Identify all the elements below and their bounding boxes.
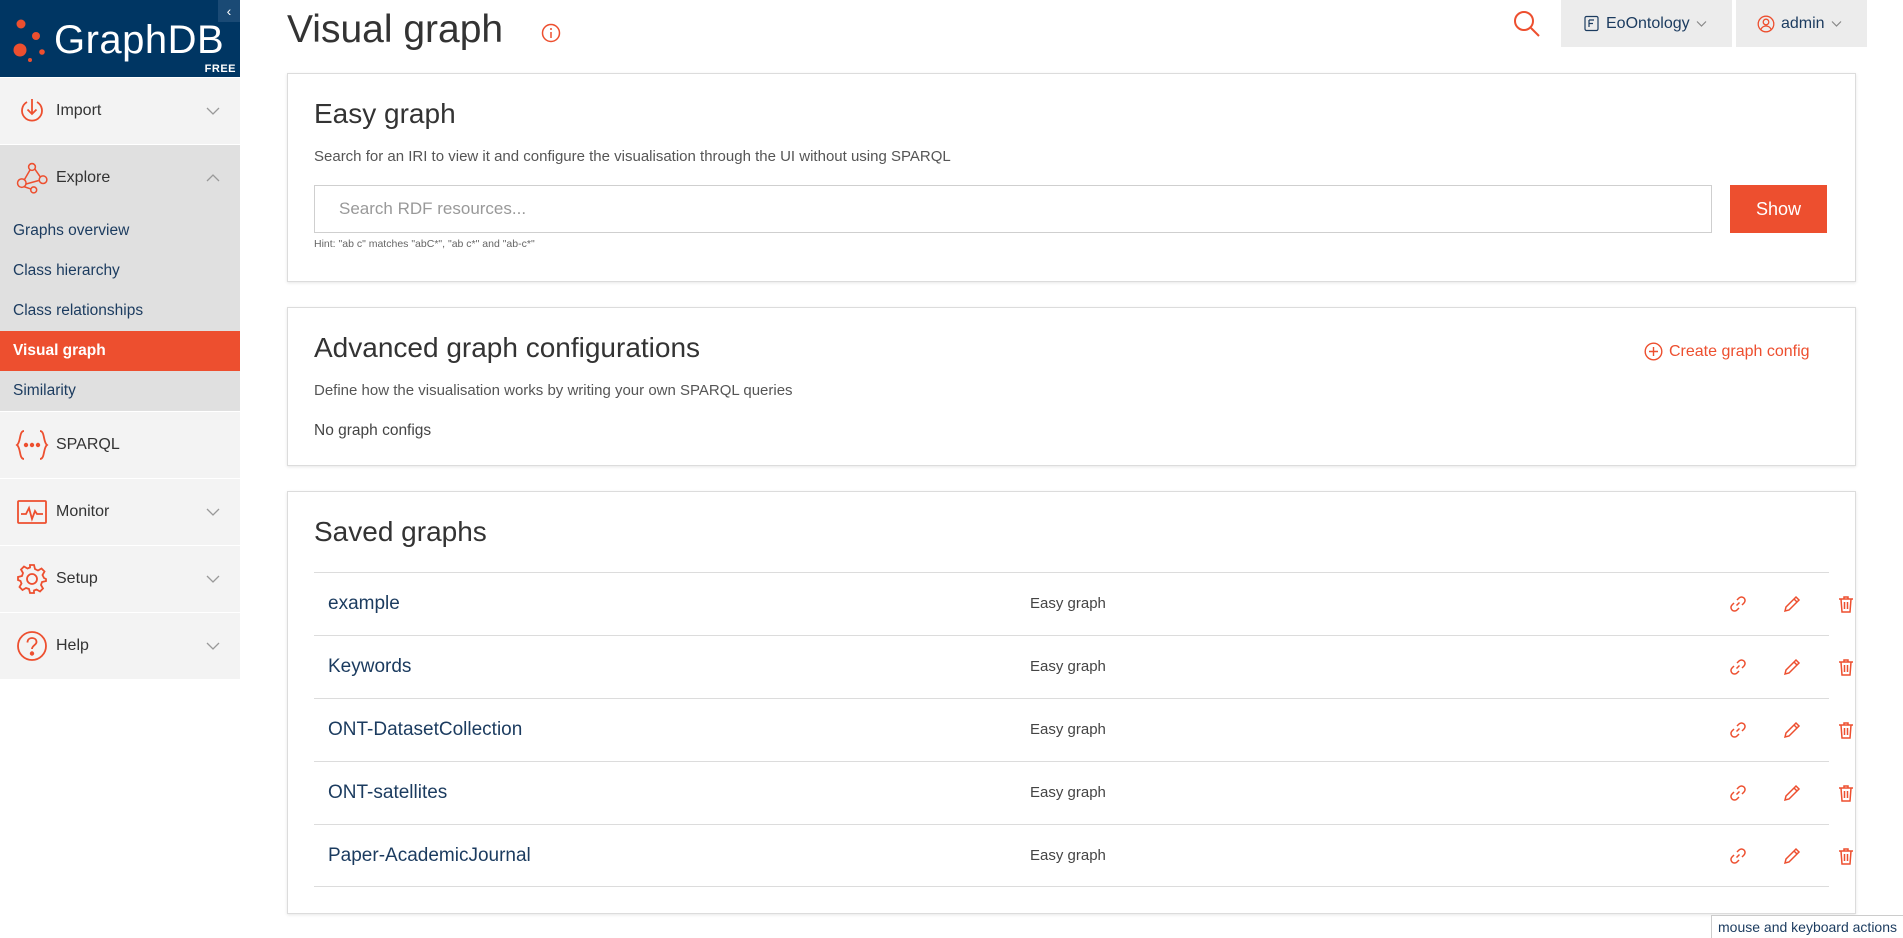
- saved-graphs-panel: Saved graphs example Easy graph Keywords…: [287, 491, 1856, 914]
- list-item: ONT-satellites Easy graph: [314, 761, 1853, 824]
- graphdb-logo-icon: [13, 19, 45, 62]
- edition-badge: FREE: [204, 63, 236, 75]
- sidebar-item-label: Explore: [56, 169, 111, 186]
- graph-name-link[interactable]: Paper-AcademicJournal: [328, 845, 531, 867]
- advanced-graph-panel: Advanced graph configurations Create gra…: [287, 307, 1856, 466]
- edit-icon[interactable]: [1782, 720, 1802, 740]
- link-icon[interactable]: [1728, 657, 1748, 677]
- rdf-search-placeholder: Search RDF resources...: [339, 199, 527, 218]
- chevron-down-icon: [206, 107, 220, 115]
- chevron-up-icon: [206, 174, 220, 182]
- page-title: Visual graph: [287, 8, 504, 51]
- edit-icon[interactable]: [1782, 846, 1802, 866]
- sidebar-item-monitor[interactable]: Monitor: [0, 478, 240, 545]
- import-icon: [15, 94, 49, 128]
- advanced-graph-title: Advanced graph configurations: [314, 332, 701, 363]
- graph-name-link[interactable]: ONT-satellites: [328, 782, 447, 804]
- list-item: ONT-DatasetCollection Easy graph: [314, 698, 1853, 761]
- collapse-sidebar-button[interactable]: ‹: [218, 0, 240, 22]
- sidebar-item-sparql[interactable]: SPARQL: [0, 411, 240, 478]
- trash-icon[interactable]: [1836, 783, 1856, 803]
- search-icon[interactable]: [1512, 9, 1542, 39]
- link-icon[interactable]: [1728, 720, 1748, 740]
- trash-icon[interactable]: [1836, 594, 1856, 614]
- sidebar-item-import[interactable]: Import: [0, 77, 240, 144]
- graph-type: Easy graph: [1030, 847, 1106, 864]
- sidebar-item-setup[interactable]: Setup: [0, 545, 240, 612]
- link-icon[interactable]: [1728, 783, 1748, 803]
- trash-icon[interactable]: [1836, 846, 1856, 866]
- chevron-down-icon: [206, 642, 220, 650]
- graphdb-logo[interactable]: GraphDB FREE ‹: [0, 0, 240, 77]
- explore-icon: [15, 161, 49, 195]
- chevron-down-icon: [206, 508, 220, 516]
- list-item: example Easy graph: [314, 572, 1853, 635]
- chevron-left-icon: ‹: [226, 3, 232, 19]
- sidebar: GraphDB FREE ‹ Import Explore Graphs ove…: [0, 0, 240, 938]
- saved-graphs-list: example Easy graph Keywords Easy graph O…: [314, 572, 1853, 887]
- create-graph-config-button[interactable]: Create graph config: [1644, 342, 1810, 361]
- monitor-icon: [15, 495, 49, 529]
- sidebar-subitem-visual-graph[interactable]: Visual graph: [0, 331, 240, 371]
- sparql-icon: [15, 428, 49, 462]
- help-icon: [15, 629, 49, 663]
- easy-graph-title: Easy graph: [314, 98, 456, 129]
- sidebar-item-label: Monitor: [56, 503, 110, 520]
- graph-type: Easy graph: [1030, 658, 1106, 675]
- sidebar-item-help[interactable]: Help: [0, 612, 240, 679]
- saved-graphs-title: Saved graphs: [314, 516, 487, 547]
- sidebar-item-label: SPARQL: [56, 436, 120, 453]
- show-button[interactable]: Show: [1730, 185, 1827, 233]
- edit-icon[interactable]: [1782, 594, 1802, 614]
- user-menu[interactable]: admin: [1736, 0, 1867, 47]
- repository-name: EoOntology: [1606, 14, 1690, 32]
- create-graph-config-label: Create graph config: [1669, 342, 1810, 360]
- sidebar-subitem-class-hierarchy[interactable]: Class hierarchy: [0, 251, 240, 291]
- sidebar-item-explore[interactable]: Explore: [0, 144, 240, 211]
- chevron-down-icon: [1831, 21, 1842, 27]
- info-icon[interactable]: [541, 23, 561, 43]
- edit-icon[interactable]: [1782, 657, 1802, 677]
- chevron-down-icon: [1696, 21, 1707, 27]
- sidebar-subitem-class-relationships[interactable]: Class relationships: [0, 291, 240, 331]
- keyboard-actions-hint[interactable]: mouse and keyboard actions: [1711, 915, 1903, 938]
- advanced-graph-description: Define how the visualisation works by wr…: [314, 382, 793, 399]
- graph-name-link[interactable]: Keywords: [328, 656, 411, 678]
- trash-icon[interactable]: [1836, 657, 1856, 677]
- chevron-down-icon: [206, 575, 220, 583]
- sidebar-subitem-similarity[interactable]: Similarity: [0, 371, 240, 411]
- plus-circle-icon: [1644, 342, 1663, 361]
- sidebar-item-label: Setup: [56, 570, 98, 587]
- sidebar-subitem-graphs-overview[interactable]: Graphs overview: [0, 211, 240, 251]
- link-icon[interactable]: [1728, 846, 1748, 866]
- graph-name-link[interactable]: ONT-DatasetCollection: [328, 719, 522, 741]
- repository-selector[interactable]: EoOntology: [1561, 0, 1732, 47]
- list-item: Keywords Easy graph: [314, 635, 1853, 698]
- rdf-search-input[interactable]: Search RDF resources...: [314, 185, 1712, 233]
- user-icon: [1757, 15, 1775, 32]
- list-item: Paper-AcademicJournal Easy graph: [314, 824, 1853, 887]
- graph-type: Easy graph: [1030, 784, 1106, 801]
- easy-graph-panel: Easy graph Search for an IRI to view it …: [287, 73, 1856, 282]
- explore-submenu: Graphs overview Class hierarchy Class re…: [0, 211, 240, 411]
- graph-type: Easy graph: [1030, 721, 1106, 738]
- brand-name: GraphDB: [54, 18, 225, 62]
- repository-icon: [1584, 15, 1599, 32]
- no-configs-text: No graph configs: [314, 422, 432, 439]
- sidebar-item-label: Import: [56, 102, 102, 119]
- gear-icon: [15, 562, 49, 596]
- graph-type: Easy graph: [1030, 595, 1106, 612]
- sidebar-item-label: Help: [56, 637, 89, 654]
- easy-graph-description: Search for an IRI to view it and configu…: [314, 148, 951, 165]
- trash-icon[interactable]: [1836, 720, 1856, 740]
- user-name: admin: [1781, 14, 1825, 32]
- edit-icon[interactable]: [1782, 783, 1802, 803]
- graph-name-link[interactable]: example: [328, 593, 400, 615]
- search-hint: Hint: "ab c" matches "abC*", "ab c*" and…: [314, 238, 535, 250]
- link-icon[interactable]: [1728, 594, 1748, 614]
